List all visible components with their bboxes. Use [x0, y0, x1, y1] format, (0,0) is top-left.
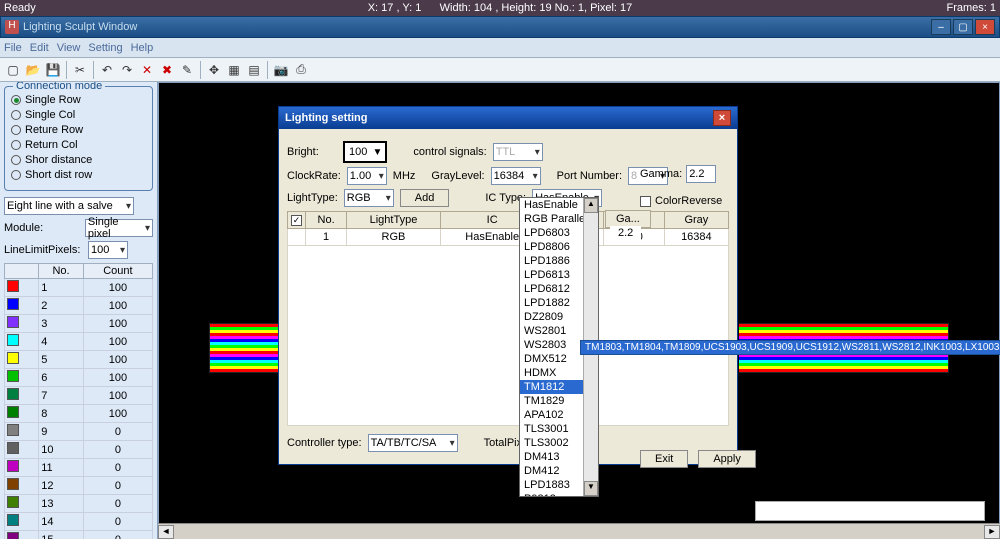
close-icon[interactable]: ✖	[158, 61, 176, 79]
status-dims: Width: 104 , Height: 19 No.: 1, Pixel: 1…	[440, 2, 633, 14]
line-mode-select[interactable]: Eight line with a salve	[4, 197, 134, 215]
controller-type-select[interactable]: TA/TB/TC/SA	[368, 434, 458, 452]
undo-icon[interactable]: ↶	[98, 61, 116, 79]
status-ready: Ready	[4, 2, 36, 14]
ic-tooltip: TM1803,TM1804,TM1809,UCS1903,UCS1909,UCS…	[580, 340, 1000, 355]
port-row[interactable]: 110	[5, 459, 153, 477]
bright-select[interactable]: 100	[343, 141, 387, 163]
gamma-cell: 2.2	[610, 226, 641, 240]
toolbar: ▢ 📂 💾 ✂ ↶ ↷ ✕ ✖ ✎ ✥ ▦ ▤ 📷 ⎙	[0, 58, 1000, 82]
grid-check-all[interactable]: ✓	[291, 215, 302, 226]
controller-type-label: Controller type:	[287, 437, 362, 449]
grid2-icon[interactable]: ▤	[245, 61, 263, 79]
camera-icon[interactable]: 📷	[272, 61, 290, 79]
status-coords: X: 17 , Y: 1	[368, 2, 422, 14]
app-icon: H	[5, 20, 19, 34]
mhz-label: MHz	[393, 170, 416, 182]
wand-icon[interactable]: ✎	[178, 61, 196, 79]
graylevel-select[interactable]: 16384	[491, 167, 541, 185]
clockrate-label: ClockRate:	[287, 170, 341, 182]
radio-return-col[interactable]: Return Col	[11, 139, 146, 151]
status-frames: Frames: 1	[946, 2, 996, 14]
connection-mode-group: Connection mode Single Row Single Col Re…	[4, 86, 153, 191]
window-titlebar: H Lighting Sculpt Window – ▢ ×	[0, 16, 1000, 38]
add-button[interactable]: Add	[400, 189, 450, 207]
colorreverse-checkbox[interactable]	[640, 196, 651, 207]
bright-label: Bright:	[287, 146, 337, 158]
radio-reture-row[interactable]: Reture Row	[11, 124, 146, 136]
status-bar-top: Ready X: 17 , Y: 1 Width: 104 , Height: …	[0, 0, 1000, 16]
grid-row[interactable]: 1RGBHasEnable 1.0010016384	[288, 229, 729, 246]
scroll-right-icon[interactable]: ►	[984, 525, 1000, 539]
port-row[interactable]: 120	[5, 477, 153, 495]
radio-short-dist-row[interactable]: Short dist row	[11, 169, 146, 181]
menu-setting[interactable]: Setting	[88, 42, 122, 54]
colorreverse-label: ColorReverse	[655, 195, 722, 207]
connection-mode-legend: Connection mode	[13, 82, 105, 92]
module-label: Module:	[4, 222, 81, 234]
port-row[interactable]: 4100	[5, 333, 153, 351]
graylevel-label: GrayLevel:	[431, 170, 484, 182]
exit-button[interactable]: Exit	[640, 450, 688, 468]
linelimit-label: LineLimitPixels:	[4, 244, 84, 256]
close-button[interactable]: ×	[975, 19, 995, 35]
port-row[interactable]: 2100	[5, 297, 153, 315]
lighttype-label: LightType:	[287, 192, 338, 204]
minimize-button[interactable]: –	[931, 19, 951, 35]
port-row[interactable]: 150	[5, 531, 153, 539]
port-row[interactable]: 100	[5, 441, 153, 459]
gamma-label: Gamma:	[640, 168, 682, 180]
delete-icon[interactable]: ✕	[138, 61, 156, 79]
menu-bar: File Edit View Setting Help	[0, 38, 1000, 58]
new-icon[interactable]: ▢	[4, 61, 22, 79]
cut-icon[interactable]: ✂	[71, 61, 89, 79]
control-signals-label: control signals:	[413, 146, 486, 158]
open-icon[interactable]: 📂	[24, 61, 42, 79]
module-select[interactable]: Single pixel	[85, 219, 153, 237]
move-icon[interactable]: ✥	[205, 61, 223, 79]
scroll-left-icon[interactable]: ◄	[158, 525, 174, 539]
export-icon[interactable]: ⎙	[292, 61, 310, 79]
port-row[interactable]: 8100	[5, 405, 153, 423]
dialog-close-button[interactable]: ×	[713, 110, 731, 126]
save-icon[interactable]: 💾	[44, 61, 62, 79]
port-row[interactable]: 6100	[5, 369, 153, 387]
lighttype-select[interactable]: RGB	[344, 189, 394, 207]
menu-file[interactable]: File	[4, 42, 22, 54]
clockrate-select[interactable]: 1.00	[347, 167, 387, 185]
radio-single-col[interactable]: Single Col	[11, 109, 146, 121]
lighting-setting-dialog: Lighting setting × Bright: 100 control s…	[278, 106, 738, 465]
grid-icon[interactable]: ▦	[225, 61, 243, 79]
radio-single-row[interactable]: Single Row	[11, 94, 146, 106]
apply-button[interactable]: Apply	[698, 450, 756, 468]
radio-shor-distance[interactable]: Shor distance	[11, 154, 146, 166]
gamma-input[interactable]: 2.2	[686, 165, 716, 183]
port-row[interactable]: 130	[5, 495, 153, 513]
light-grid: ✓ No.LightTypeIC ClockBrightGray 1RGBHas…	[287, 211, 729, 426]
port-row[interactable]: 140	[5, 513, 153, 531]
side-panel: Connection mode Single Row Single Col Re…	[0, 82, 158, 539]
port-row[interactable]: 90	[5, 423, 153, 441]
port-table: No.Count 1100210031004100510061007100810…	[4, 263, 153, 539]
dialog-title: Lighting setting	[285, 112, 367, 124]
maximize-button[interactable]: ▢	[953, 19, 973, 35]
redo-icon[interactable]: ↷	[118, 61, 136, 79]
menu-view[interactable]: View	[57, 42, 81, 54]
portnumber-label: Port Number:	[557, 170, 622, 182]
port-row[interactable]: 5100	[5, 351, 153, 369]
menu-help[interactable]: Help	[131, 42, 154, 54]
port-row[interactable]: 7100	[5, 387, 153, 405]
dialog-titlebar[interactable]: Lighting setting ×	[279, 107, 737, 129]
port-row[interactable]: 3100	[5, 315, 153, 333]
linelimit-select[interactable]: 100	[88, 241, 128, 259]
footer-box	[755, 501, 985, 521]
port-row[interactable]: 1100	[5, 279, 153, 297]
horizontal-scrollbar[interactable]: ◄ ►	[158, 523, 1000, 539]
control-signals-select[interactable]: TTL	[493, 143, 543, 161]
window-title: Lighting Sculpt Window	[23, 21, 137, 33]
menu-edit[interactable]: Edit	[30, 42, 49, 54]
